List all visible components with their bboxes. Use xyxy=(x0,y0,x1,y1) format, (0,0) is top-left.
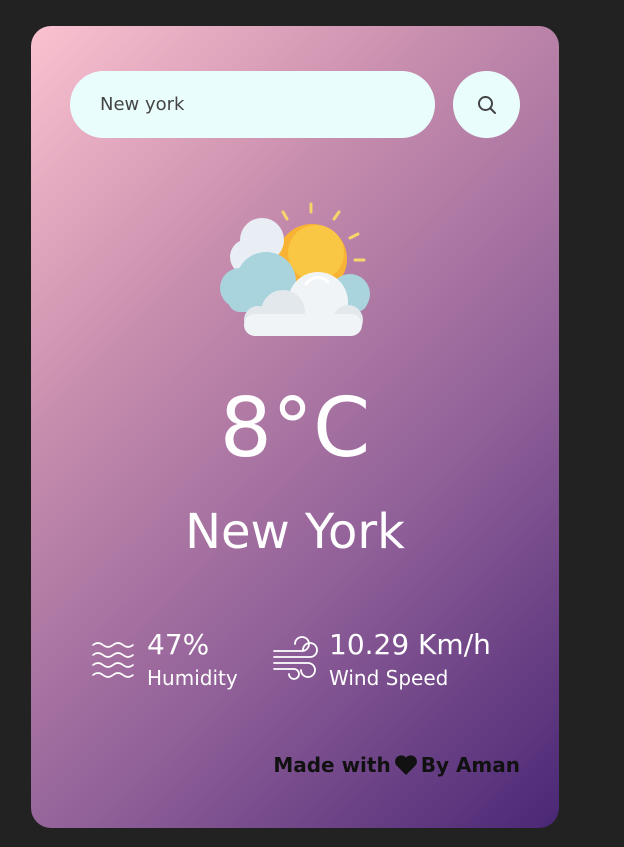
city-name: New York xyxy=(185,504,405,560)
wind-stat: 10.29 Km/h Wind Speed xyxy=(271,626,491,692)
footer-credit: Made with By Aman xyxy=(273,753,520,777)
wind-label: Wind Speed xyxy=(329,666,449,690)
search-box xyxy=(70,71,435,138)
search-input[interactable] xyxy=(98,93,402,116)
temperature: 8°C xyxy=(219,381,371,476)
humidity-value: 47% xyxy=(147,628,210,661)
wind-icon xyxy=(273,636,318,680)
author-text: By Aman xyxy=(420,753,520,777)
humidity-stat: 47% Humidity xyxy=(91,626,238,692)
humidity-waves-icon xyxy=(92,642,134,678)
heart-icon xyxy=(394,755,417,775)
search-button[interactable] xyxy=(453,71,520,138)
made-with-text: Made with xyxy=(273,753,391,777)
search-icon xyxy=(477,95,496,114)
humidity-label: Humidity xyxy=(147,666,238,690)
partly-cloudy-sun-icon xyxy=(220,202,370,336)
wind-value: 10.29 Km/h xyxy=(329,628,491,661)
weather-card: 8°C New York 47% Humidity 10.29 Km xyxy=(31,26,559,828)
